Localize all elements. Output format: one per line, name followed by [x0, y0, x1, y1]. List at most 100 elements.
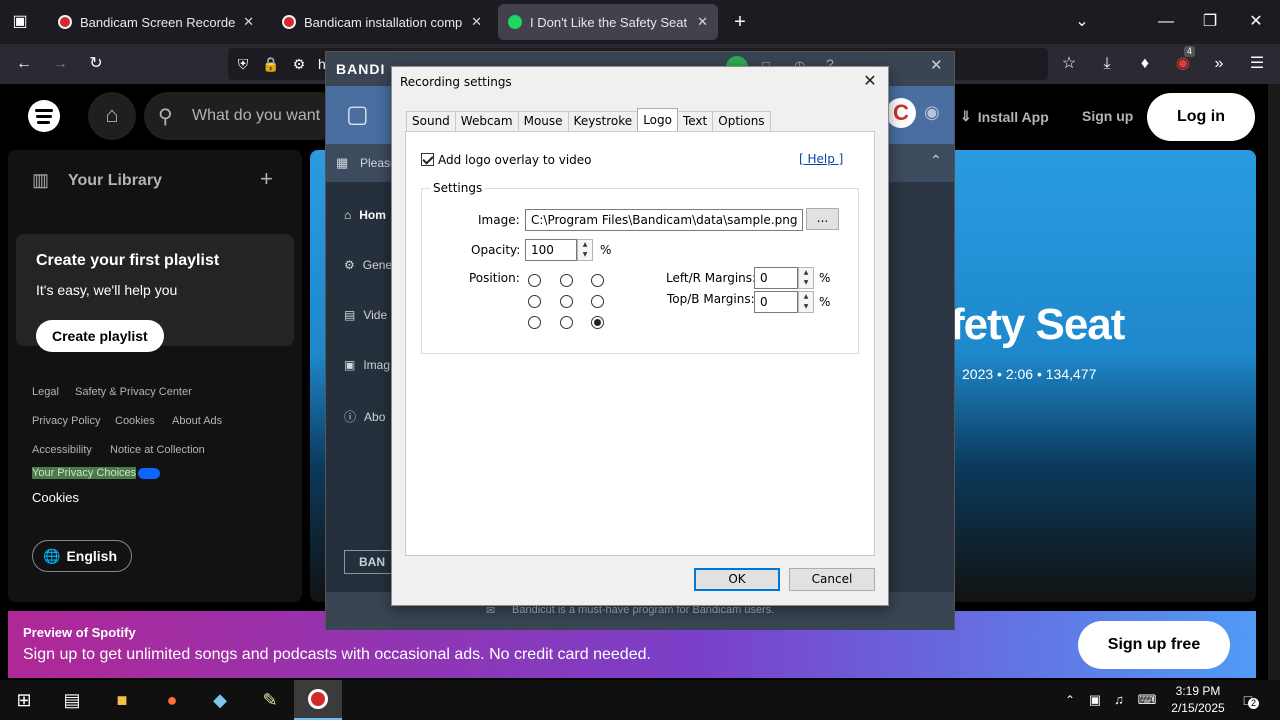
tab-bandicam-installation[interactable]: Bandicam installation complete ✕: [272, 4, 492, 40]
bandicam-taskbar-icon[interactable]: [294, 680, 342, 720]
install-app-link[interactable]: ⇓ Install App: [960, 108, 1049, 125]
reload-icon[interactable]: ↻: [86, 54, 106, 74]
position-bottom-center-radio[interactable]: [560, 316, 573, 329]
footer-link-safety[interactable]: Safety & Privacy Center: [75, 386, 192, 398]
volume-icon[interactable]: ♫: [1110, 690, 1128, 710]
sign-up-link[interactable]: Sign up: [1082, 108, 1133, 124]
bandicam-nav-image[interactable]: ▣ Imag: [344, 358, 390, 372]
tab-sound[interactable]: Sound: [406, 111, 456, 131]
opacity-field[interactable]: 100: [525, 239, 577, 261]
close-icon[interactable]: ✕: [930, 56, 943, 74]
close-icon[interactable]: ✕: [697, 14, 708, 30]
footer-link-cookies-settings[interactable]: Cookies: [32, 490, 79, 505]
overflow-chevron-icon[interactable]: »: [1208, 54, 1230, 74]
lr-margin-stepper[interactable]: ▲ ▼: [798, 267, 814, 289]
lock-icon[interactable]: 🔒: [262, 54, 280, 74]
permissions-icon[interactable]: ⚙: [290, 54, 308, 74]
tab-webcam[interactable]: Webcam: [454, 111, 519, 131]
tab-options[interactable]: Options: [712, 111, 771, 131]
footer-link-notice[interactable]: Notice at Collection: [110, 444, 205, 456]
footer-link-privacy-choices[interactable]: Your Privacy Choices: [32, 467, 137, 479]
tab-logo[interactable]: Logo: [637, 108, 678, 131]
notifications-icon[interactable]: □ 2: [1238, 690, 1259, 710]
bandicam-nav-about[interactable]: ⓘ Abo: [344, 408, 385, 425]
library-icon[interactable]: ▥: [32, 170, 49, 191]
tab-bandicam-download[interactable]: Bandicam Screen Recorder Dow ✕: [48, 4, 264, 40]
cancel-button[interactable]: Cancel: [789, 568, 875, 591]
position-top-center-radio[interactable]: [560, 274, 573, 287]
tab-mouse[interactable]: Mouse: [517, 111, 569, 131]
page-scrollbar[interactable]: [1268, 84, 1280, 680]
ok-button[interactable]: OK: [694, 568, 780, 591]
screen-record-mode-icon[interactable]: ▢: [346, 100, 369, 129]
tab-overview-icon[interactable]: ▣: [10, 12, 30, 32]
search-box[interactable]: ⚲ What do you want: [144, 92, 344, 140]
notepad-icon[interactable]: ✎: [246, 680, 294, 720]
position-top-left-radio[interactable]: [528, 274, 541, 287]
bandicam-nav-home[interactable]: ⌂ Hom: [344, 208, 386, 222]
forward-arrow-icon[interactable]: →: [50, 54, 70, 74]
position-bottom-left-radio[interactable]: [528, 316, 541, 329]
shield-icon[interactable]: ⛨: [234, 54, 252, 74]
virtualbox-icon[interactable]: ◆: [196, 680, 244, 720]
chevron-down-icon[interactable]: ⌄: [1072, 12, 1092, 32]
tab-text[interactable]: Text: [676, 111, 714, 131]
restore-icon[interactable]: ❐: [1200, 12, 1220, 32]
back-arrow-icon[interactable]: ←: [14, 54, 34, 74]
footer-link-about-ads[interactable]: About Ads: [172, 415, 222, 427]
position-middle-center-radio[interactable]: [560, 295, 573, 308]
windows-start-icon[interactable]: ⊞: [0, 680, 48, 720]
home-icon[interactable]: ⌂: [88, 92, 136, 140]
language-button[interactable]: 🌐 English: [32, 540, 132, 572]
sign-up-free-button[interactable]: Sign up free: [1078, 621, 1230, 669]
add-plus-icon[interactable]: +: [260, 166, 273, 192]
chevron-up-icon[interactable]: ⌃: [1062, 690, 1078, 710]
tab-title: Bandicam Screen Recorder Dow: [80, 14, 236, 30]
camera-icon[interactable]: ◉: [924, 102, 940, 123]
tb-margin-stepper[interactable]: ▲ ▼: [798, 291, 814, 313]
minimize-icon[interactable]: —: [1156, 12, 1176, 32]
lr-margin-field[interactable]: 0: [754, 267, 798, 289]
network-icon[interactable]: ▣: [1086, 690, 1104, 710]
window-close-icon[interactable]: ✕: [1246, 12, 1266, 32]
log-in-button[interactable]: Log in: [1147, 93, 1255, 141]
file-explorer-icon[interactable]: ■: [98, 680, 146, 720]
browse-button[interactable]: ...: [806, 208, 839, 230]
footer-link-legal[interactable]: Legal: [32, 386, 59, 398]
task-view-icon[interactable]: ▤: [48, 680, 96, 720]
bandicam-nav-general[interactable]: ⚙ Gene: [344, 258, 392, 272]
bandicam-nav-video[interactable]: ▤ Vide: [344, 308, 387, 322]
record-button-icon[interactable]: C: [886, 98, 916, 128]
create-playlist-button[interactable]: Create playlist: [36, 320, 164, 352]
tab-spotify[interactable]: I Don't Like the Safety Seat - so ✕: [498, 4, 718, 40]
bookmark-star-icon[interactable]: ☆: [1058, 54, 1080, 74]
footer-link-cookies[interactable]: Cookies: [115, 415, 155, 427]
close-icon[interactable]: ✕: [860, 71, 880, 91]
tab-keystroke[interactable]: Keystroke: [567, 111, 639, 131]
add-logo-checkbox[interactable]: [421, 153, 434, 166]
download-icon[interactable]: ⤓: [1096, 54, 1118, 74]
chevron-up-icon[interactable]: ⌃: [930, 152, 942, 169]
opacity-stepper[interactable]: ▲ ▼: [577, 239, 593, 261]
hamburger-menu-icon[interactable]: ☰: [1246, 54, 1268, 74]
position-bottom-right-radio[interactable]: [591, 316, 604, 329]
tb-margin-field[interactable]: 0: [754, 291, 798, 313]
footer-link-privacy[interactable]: Privacy Policy: [32, 415, 100, 427]
add-logo-label[interactable]: Add logo overlay to video: [438, 153, 592, 167]
close-icon[interactable]: ✕: [243, 14, 254, 30]
position-middle-right-radio[interactable]: [591, 295, 604, 308]
close-icon[interactable]: ✕: [471, 14, 482, 30]
library-title[interactable]: Your Library: [68, 172, 162, 190]
firefox-icon[interactable]: ●: [148, 680, 196, 720]
extensions-puzzle-icon[interactable]: ♦: [1134, 54, 1156, 74]
position-middle-left-radio[interactable]: [528, 295, 541, 308]
spotify-logo-icon[interactable]: [28, 100, 60, 132]
new-tab-plus-icon[interactable]: +: [730, 12, 750, 32]
help-link[interactable]: [ Help ]: [799, 152, 843, 166]
ublock-extension-icon[interactable]: ◉ 4: [1172, 46, 1196, 74]
keyboard-icon[interactable]: ⌨: [1136, 690, 1158, 710]
image-path-field[interactable]: C:\Program Files\Bandicam\data\sample.pn…: [525, 209, 803, 231]
system-clock[interactable]: 3:19 PM 2/15/2025: [1166, 683, 1230, 717]
position-top-right-radio[interactable]: [591, 274, 604, 287]
footer-link-accessibility[interactable]: Accessibility: [32, 444, 92, 456]
